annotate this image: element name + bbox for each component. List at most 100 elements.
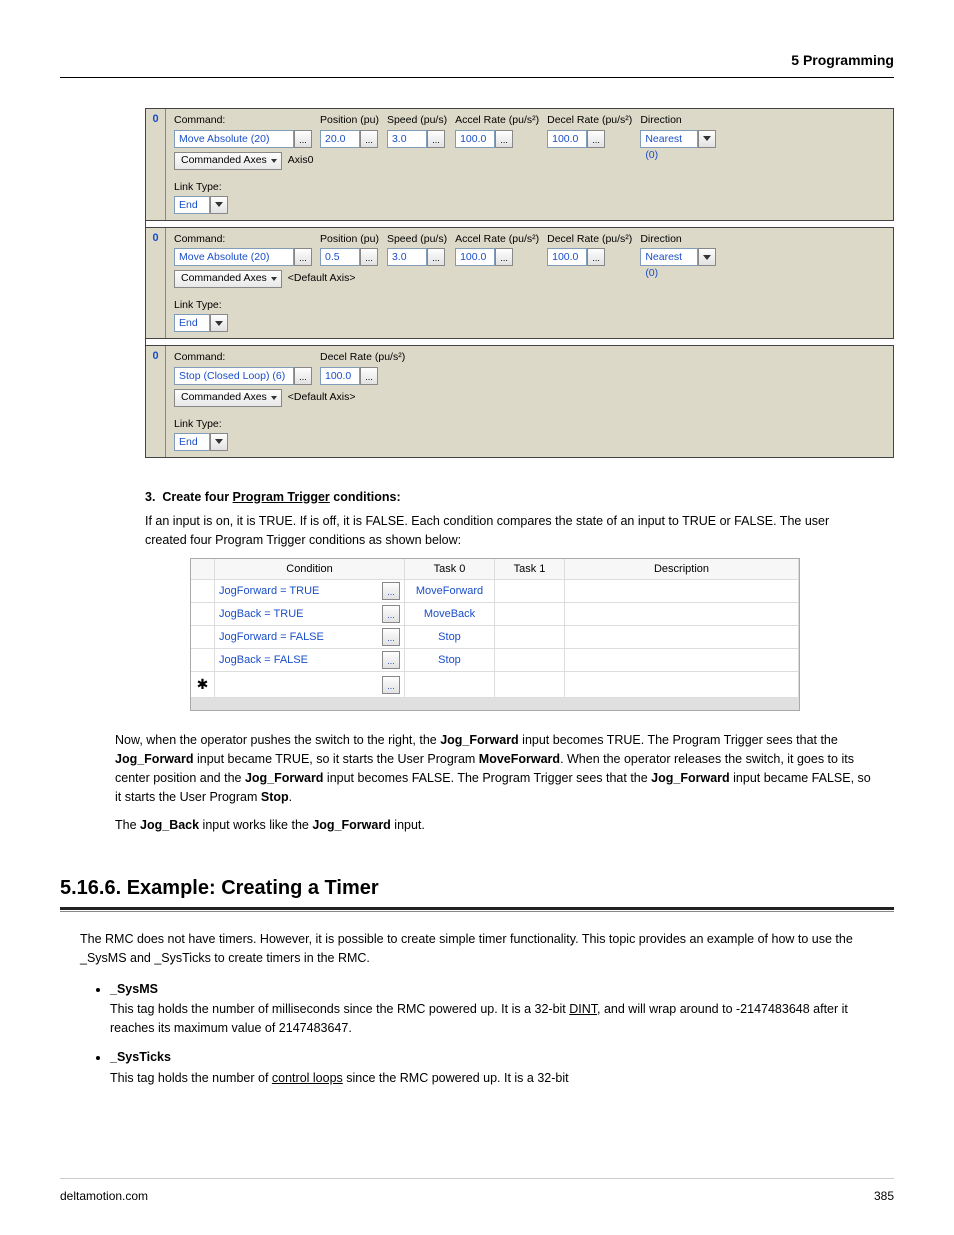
bullet-body: This tag holds the number of millisecond…	[110, 1000, 894, 1038]
footer-left: deltamotion.com	[60, 1187, 148, 1205]
axes-value: Axis0	[288, 153, 314, 169]
step-handle[interactable]: 0	[146, 346, 166, 457]
cell-task1[interactable]	[495, 649, 565, 671]
ellipsis-button[interactable]: ...	[427, 248, 445, 266]
link-control-loops: control loops	[272, 1071, 343, 1085]
commanded-axes-dropdown[interactable]: Commanded Axes	[174, 152, 282, 170]
list-item: _SysTicks This tag holds the number of c…	[110, 1048, 894, 1088]
decel-input[interactable]: 100.0	[320, 367, 360, 385]
dropdown-button[interactable]	[210, 433, 228, 451]
ellipsis-button[interactable]: ...	[495, 248, 513, 266]
command-input[interactable]: Stop (Closed Loop) (6)	[174, 367, 294, 385]
paragraph: Now, when the operator pushes the switch…	[115, 731, 874, 835]
cell-task0[interactable]	[405, 672, 495, 697]
list-item-3: 3. Create four Program Trigger condition…	[115, 488, 874, 550]
cell-condition[interactable]: JogForward = FALSE...	[215, 626, 405, 648]
cell-task1[interactable]	[495, 603, 565, 625]
cell-description[interactable]	[565, 580, 799, 602]
dropdown-button[interactable]	[210, 314, 228, 332]
position-input[interactable]: 20.0	[320, 130, 360, 148]
table-row: JogBack = FALSE... Stop	[191, 649, 799, 672]
ellipsis-button[interactable]: ...	[294, 248, 312, 266]
link-dint: DINT	[569, 1002, 597, 1016]
row-handle[interactable]	[191, 626, 215, 648]
command-input[interactable]: Move Absolute (20)	[174, 130, 294, 148]
cell-condition[interactable]: JogBack = FALSE...	[215, 649, 405, 671]
bullet-title: _SysMS	[110, 980, 894, 999]
cell-condition[interactable]: JogBack = TRUE...	[215, 603, 405, 625]
ellipsis-button[interactable]: ...	[360, 248, 378, 266]
direction-select[interactable]: Nearest (0)	[640, 248, 698, 266]
ellipsis-button[interactable]: ...	[294, 367, 312, 385]
list-title-link: Program Trigger	[233, 490, 330, 504]
ellipsis-button[interactable]: ...	[360, 130, 378, 148]
ellipsis-button[interactable]: ...	[382, 651, 400, 669]
accel-input[interactable]: 100.0	[455, 248, 495, 266]
linktype-select[interactable]: End	[174, 314, 210, 332]
list-number: 3.	[145, 490, 155, 504]
trigger-table: Condition Task 0 Task 1 Description JogF…	[190, 558, 800, 712]
cell-task0[interactable]: Stop	[405, 649, 495, 671]
row-handle[interactable]	[191, 649, 215, 671]
table-row-new[interactable]: ✱ ...	[191, 672, 799, 698]
ellipsis-button[interactable]: ...	[587, 130, 605, 148]
dropdown-button[interactable]	[698, 130, 716, 148]
steps-figure: 0 Command: Move Absolute (20) ... Positi…	[145, 108, 894, 458]
direction-select[interactable]: Nearest (0)	[640, 130, 698, 148]
label-decel: Decel Rate (pu/s²)	[547, 232, 632, 248]
cell-condition[interactable]: ...	[215, 672, 405, 697]
ellipsis-button[interactable]: ...	[382, 582, 400, 600]
bullet-body: This tag holds the number of control loo…	[110, 1069, 894, 1088]
axes-value: <Default Axis>	[288, 271, 356, 287]
ellipsis-button[interactable]: ...	[587, 248, 605, 266]
list-title-post: conditions:	[330, 490, 401, 504]
step-handle[interactable]: 0	[146, 109, 166, 220]
ellipsis-button[interactable]: ...	[382, 628, 400, 646]
commanded-axes-dropdown[interactable]: Commanded Axes	[174, 270, 282, 288]
ellipsis-button[interactable]: ...	[360, 367, 378, 385]
cell-condition[interactable]: JogForward = TRUE...	[215, 580, 405, 602]
speed-input[interactable]: 3.0	[387, 248, 427, 266]
command-input[interactable]: Move Absolute (20)	[174, 248, 294, 266]
cell-task1[interactable]	[495, 580, 565, 602]
position-input[interactable]: 0.5	[320, 248, 360, 266]
decel-input[interactable]: 100.0	[547, 248, 587, 266]
ellipsis-button[interactable]: ...	[382, 605, 400, 623]
step-block: 0 Command: Move Absolute (20) ... Positi…	[146, 108, 894, 221]
linktype-select[interactable]: End	[174, 433, 210, 451]
linktype-select[interactable]: End	[174, 196, 210, 214]
label-decel: Decel Rate (pu/s²)	[547, 113, 632, 129]
decel-input[interactable]: 100.0	[547, 130, 587, 148]
header-condition: Condition	[215, 559, 405, 580]
label-decel: Decel Rate (pu/s²)	[320, 350, 405, 366]
dropdown-button[interactable]	[698, 248, 716, 266]
commanded-axes-dropdown[interactable]: Commanded Axes	[174, 389, 282, 407]
speed-input[interactable]: 3.0	[387, 130, 427, 148]
cell-task1[interactable]	[495, 626, 565, 648]
step-handle[interactable]: 0	[146, 228, 166, 339]
ellipsis-button[interactable]: ...	[382, 676, 400, 694]
ellipsis-button[interactable]: ...	[294, 130, 312, 148]
cell-task1[interactable]	[495, 672, 565, 697]
step-block: 0 Command: Move Absolute (20) ... Positi…	[146, 227, 894, 340]
cell-description[interactable]	[565, 672, 799, 697]
cell-description[interactable]	[565, 649, 799, 671]
label-command: Command:	[174, 350, 312, 366]
row-handle[interactable]	[191, 580, 215, 602]
cell-task0[interactable]: MoveForward	[405, 580, 495, 602]
dropdown-button[interactable]	[210, 196, 228, 214]
cell-task0[interactable]: MoveBack	[405, 603, 495, 625]
page-header: 5 Programming	[60, 50, 894, 78]
ellipsis-button[interactable]: ...	[495, 130, 513, 148]
table-footer	[191, 698, 799, 710]
ellipsis-button[interactable]: ...	[427, 130, 445, 148]
table-header: Condition Task 0 Task 1 Description	[191, 559, 799, 581]
step-block: 0 Command: Stop (Closed Loop) (6) ... De…	[146, 345, 894, 458]
label-position: Position (pu)	[320, 113, 379, 129]
cell-description[interactable]	[565, 626, 799, 648]
cell-task0[interactable]: Stop	[405, 626, 495, 648]
row-handle[interactable]	[191, 603, 215, 625]
axes-value: <Default Axis>	[288, 390, 356, 406]
cell-description[interactable]	[565, 603, 799, 625]
accel-input[interactable]: 100.0	[455, 130, 495, 148]
